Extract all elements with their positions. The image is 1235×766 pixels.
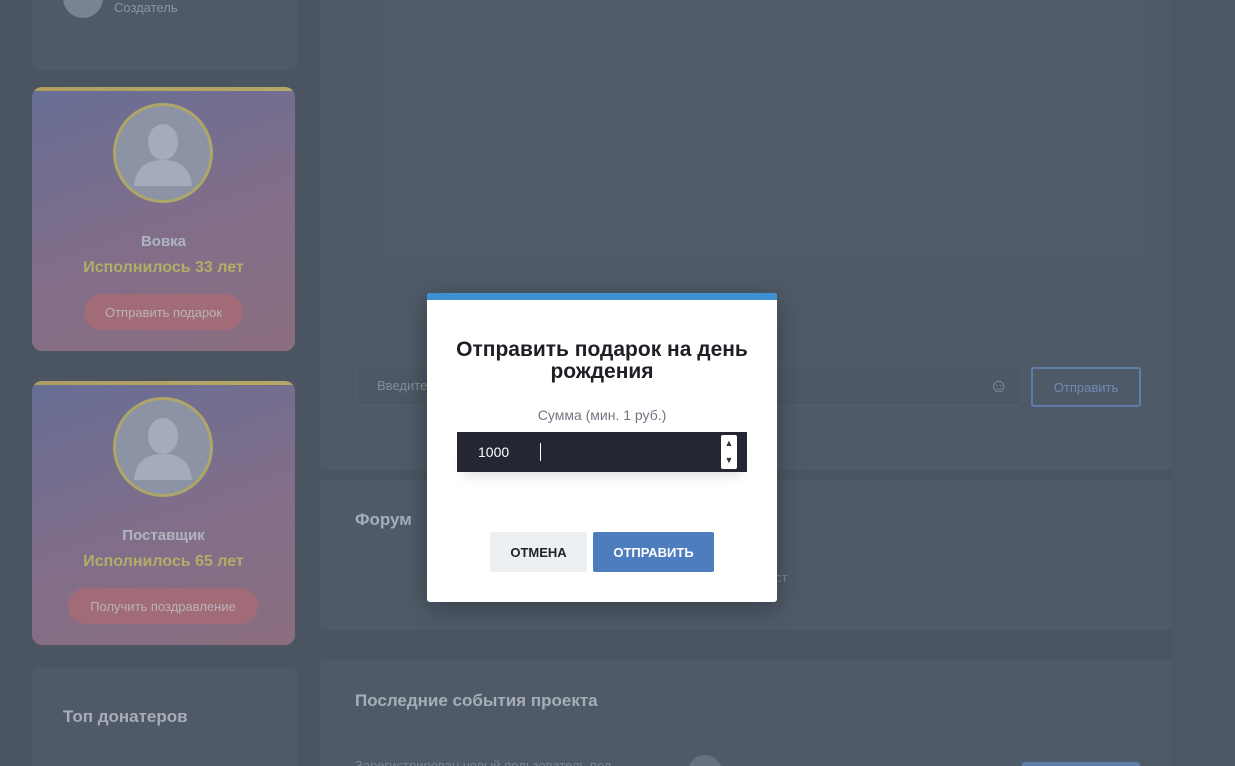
decrement-arrow-icon[interactable]: ▼ [721, 452, 737, 469]
submit-button[interactable]: ОТПРАВИТЬ [593, 532, 714, 572]
increment-arrow-icon[interactable]: ▲ [721, 435, 737, 452]
text-caret [540, 443, 541, 461]
amount-input[interactable] [457, 432, 721, 472]
cancel-button[interactable]: ОТМЕНА [490, 532, 587, 572]
amount-field-wrapper: ▲ ▼ [457, 432, 747, 472]
amount-label: Сумма (мин. 1 руб.) [537, 407, 667, 423]
gift-modal: Отправить подарок на день рождения Сумма… [427, 293, 777, 602]
modal-accent-bar [427, 293, 777, 300]
amount-spinner[interactable]: ▲ ▼ [721, 435, 737, 469]
modal-title: Отправить подарок на день рождения [456, 338, 748, 383]
